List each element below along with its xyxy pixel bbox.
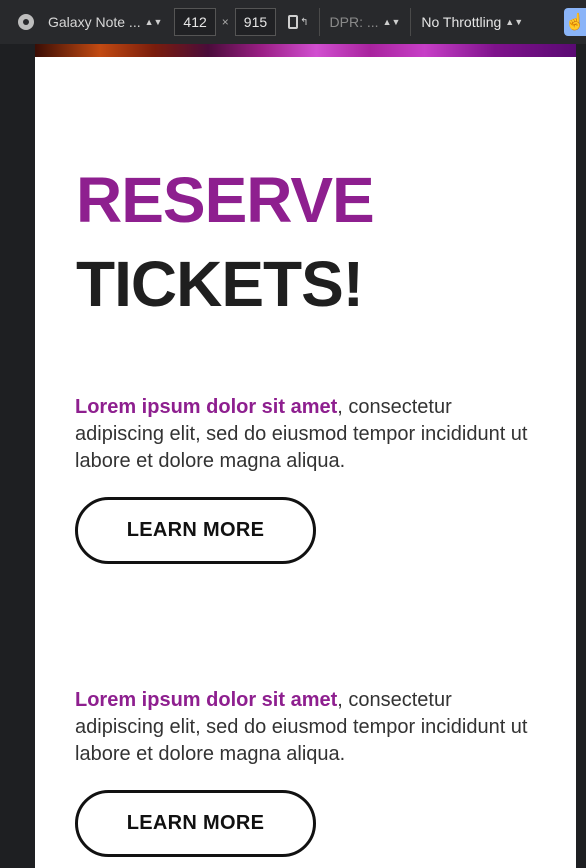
section-1-lead: Lorem ipsum dolor sit amet [75,396,338,418]
select-arrows-icon: ▲▼ [144,17,163,27]
rotate-icon[interactable] [288,15,299,29]
learn-more-button-2[interactable]: LEARN MORE [75,790,316,857]
chrome-icon [18,14,34,30]
section-1-text: Lorem ipsum dolor sit amet, consectetur … [75,394,545,475]
dpr-label: DPR: ... [329,14,379,30]
learn-more-button-1[interactable]: LEARN MORE [75,497,316,564]
section-2-text: Lorem ipsum dolor sit amet, consectetur … [75,687,545,768]
toolbar-divider [410,8,412,36]
device-select[interactable]: Galaxy Note ... ▲▼ [48,14,162,30]
headline-reserve: RESERVE [76,164,375,236]
device-viewport: RESERVE TICKETS! Lorem ipsum dolor sit a… [35,44,576,868]
rotate-arrow-icon: ↰ [300,16,309,28]
section-2-lead: Lorem ipsum dolor sit amet [75,689,338,711]
device-name: Galaxy Note ... [48,14,141,30]
toolbar-divider [318,8,320,36]
throttling-label: No Throttling [421,14,502,30]
select-arrows-icon: ▲▼ [505,17,524,27]
device-toolbar: Galaxy Note ... ▲▼ 412 × 915 ↰ DPR: ... … [0,0,586,44]
select-arrows-icon: ▲▼ [382,17,401,27]
height-input[interactable]: 915 [234,8,277,36]
throttling-select[interactable]: No Throttling ▲▼ [421,14,523,30]
hero-image-strip [35,44,576,57]
devtools-gutter [576,44,586,868]
width-input[interactable]: 412 [174,8,216,36]
touch-icon[interactable]: ☝ [564,8,586,36]
dpr-select[interactable]: DPR: ... ▲▼ [330,14,401,30]
headline-tickets: TICKETS! [76,248,364,320]
times-symbol: × [221,15,229,29]
